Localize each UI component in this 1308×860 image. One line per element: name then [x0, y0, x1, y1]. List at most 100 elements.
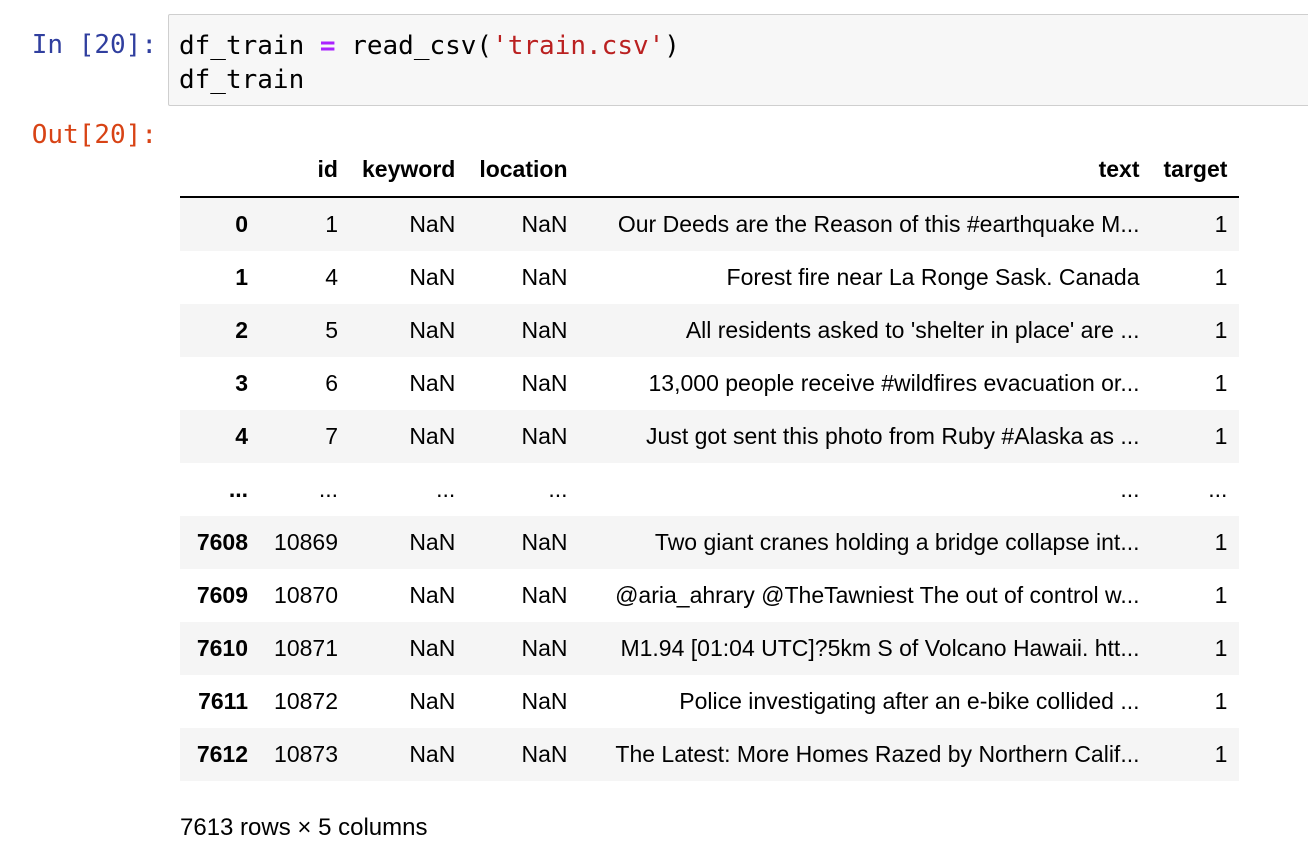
cell-target: 1 [1214, 211, 1228, 237]
cell-keyword: NaN [409, 211, 456, 237]
dataframe-table: id keyword location text target 0 1 NaN … [180, 142, 1240, 781]
cell-text: 13,000 people receive #wildfires evacuat… [648, 370, 1140, 396]
dataframe-shape-note: 7613 rows × 5 columns [180, 814, 428, 841]
cell-id: ... [318, 476, 338, 502]
cell-keyword: NaN [409, 264, 456, 290]
cell-text: ... [1120, 476, 1140, 502]
cell-keyword: NaN [409, 635, 456, 661]
cell-text: Police investigating after an e-bike col… [679, 688, 1140, 714]
header-keyword: keyword [350, 142, 468, 198]
table-header: id keyword location text target [180, 142, 1240, 198]
cell-text: M1.94 [01:04 UTC]?5km S of Volcano Hawai… [620, 635, 1140, 661]
cell-location: NaN [521, 635, 568, 661]
cell-text: Just got sent this photo from Ruby #Alas… [646, 423, 1140, 449]
cell-keyword: NaN [409, 370, 456, 396]
cell-target: 1 [1214, 317, 1228, 343]
row-index: 3 [235, 370, 248, 396]
code-operator: = [319, 31, 336, 61]
cell-location: ... [548, 476, 568, 502]
header-text: text [579, 142, 1152, 198]
cell-target: 1 [1214, 741, 1228, 767]
input-prompt: In [20]: [31, 30, 157, 60]
cell-target: ... [1208, 476, 1228, 502]
code-variable: df_train [179, 31, 320, 61]
cell-text: @aria_ahrary @TheTawniest The out of con… [615, 582, 1140, 608]
table-row: 0 1 NaN NaN Our Deeds are the Reason of … [180, 197, 1240, 251]
cell-id: 10871 [274, 635, 338, 661]
code-input-cell[interactable]: df_train = read_csv('train.csv') df_trai… [168, 14, 1308, 106]
table-row: 7610 10871 NaN NaN M1.94 [01:04 UTC]?5km… [180, 622, 1240, 675]
cell-id: 6 [325, 370, 338, 396]
output-prompt: Out[20]: [31, 120, 157, 150]
code-line-2: df_train [179, 65, 305, 95]
table-row: 1 4 NaN NaN Forest fire near La Ronge Sa… [180, 251, 1240, 304]
cell-target: 1 [1214, 635, 1228, 661]
cell-target: 1 [1214, 264, 1228, 290]
cell-text: The Latest: More Homes Razed by Northern… [615, 741, 1140, 767]
cell-id: 10873 [274, 741, 338, 767]
cell-keyword: NaN [409, 688, 456, 714]
cell-keyword: ... [436, 476, 456, 502]
cell-id: 10872 [274, 688, 338, 714]
cell-id: 4 [325, 264, 338, 290]
table-row: 7612 10873 NaN NaN The Latest: More Home… [180, 728, 1240, 781]
row-index: ... [228, 476, 248, 502]
cell-target: 1 [1214, 529, 1228, 555]
header-id: id [260, 142, 350, 198]
header-index [180, 142, 260, 198]
table-row: 2 5 NaN NaN All residents asked to 'shel… [180, 304, 1240, 357]
cell-location: NaN [521, 529, 568, 555]
code-call: read_csv( [335, 31, 493, 61]
cell-location: NaN [521, 317, 568, 343]
output-area: id keyword location text target 0 1 NaN … [180, 142, 1240, 781]
header-row: id keyword location text target [180, 142, 1240, 198]
cell-target: 1 [1214, 423, 1228, 449]
table-body: 0 1 NaN NaN Our Deeds are the Reason of … [180, 197, 1240, 781]
cell-id: 7 [325, 423, 338, 449]
cell-target: 1 [1214, 582, 1228, 608]
cell-keyword: NaN [409, 582, 456, 608]
cell-location: NaN [521, 423, 568, 449]
cell-target: 1 [1214, 688, 1228, 714]
row-index: 7610 [196, 635, 248, 661]
cell-location: NaN [521, 582, 568, 608]
cell-location: NaN [521, 211, 568, 237]
header-target: target [1151, 142, 1240, 198]
row-index: 4 [235, 423, 248, 449]
cell-id: 10869 [274, 529, 338, 555]
row-index: 7612 [196, 741, 248, 767]
table-row: 4 7 NaN NaN Just got sent this photo fro… [180, 410, 1240, 463]
code-string: 'train.csv' [492, 31, 665, 61]
cell-text: All residents asked to 'shelter in place… [685, 317, 1140, 343]
cell-keyword: NaN [409, 529, 456, 555]
ellipsis-row: ... ... ... ... ... ... [180, 463, 1240, 516]
row-index: 7609 [196, 582, 248, 608]
cell-location: NaN [521, 264, 568, 290]
header-location: location [467, 142, 580, 198]
table-row: 3 6 NaN NaN 13,000 people receive #wildf… [180, 357, 1240, 410]
row-index: 0 [235, 211, 248, 237]
cell-id: 5 [325, 317, 338, 343]
cell-text: Our Deeds are the Reason of this #earthq… [617, 211, 1140, 237]
code-close-paren: ) [664, 31, 680, 61]
cell-id: 1 [325, 211, 338, 237]
row-index: 7611 [198, 688, 248, 714]
row-index: 2 [235, 317, 248, 343]
cell-target: 1 [1214, 370, 1228, 396]
table-row: 7609 10870 NaN NaN @aria_ahrary @TheTawn… [180, 569, 1240, 622]
cell-id: 10870 [274, 582, 338, 608]
cell-text: Forest fire near La Ronge Sask. Canada [726, 264, 1140, 290]
cell-text: Two giant cranes holding a bridge collap… [654, 529, 1140, 555]
code-editor[interactable]: df_train = read_csv('train.csv') df_trai… [179, 29, 680, 97]
cell-location: NaN [521, 688, 568, 714]
row-index: 7608 [196, 529, 248, 555]
cell-location: NaN [521, 741, 568, 767]
code-line-1: df_train = read_csv('train.csv') [179, 31, 680, 61]
row-index: 1 [235, 264, 248, 290]
cell-location: NaN [521, 370, 568, 396]
cell-keyword: NaN [409, 423, 456, 449]
table-row: 7611 10872 NaN NaN Police investigating … [180, 675, 1240, 728]
table-row: 7608 10869 NaN NaN Two giant cranes hold… [180, 516, 1240, 569]
cell-keyword: NaN [409, 317, 456, 343]
cell-keyword: NaN [409, 741, 456, 767]
